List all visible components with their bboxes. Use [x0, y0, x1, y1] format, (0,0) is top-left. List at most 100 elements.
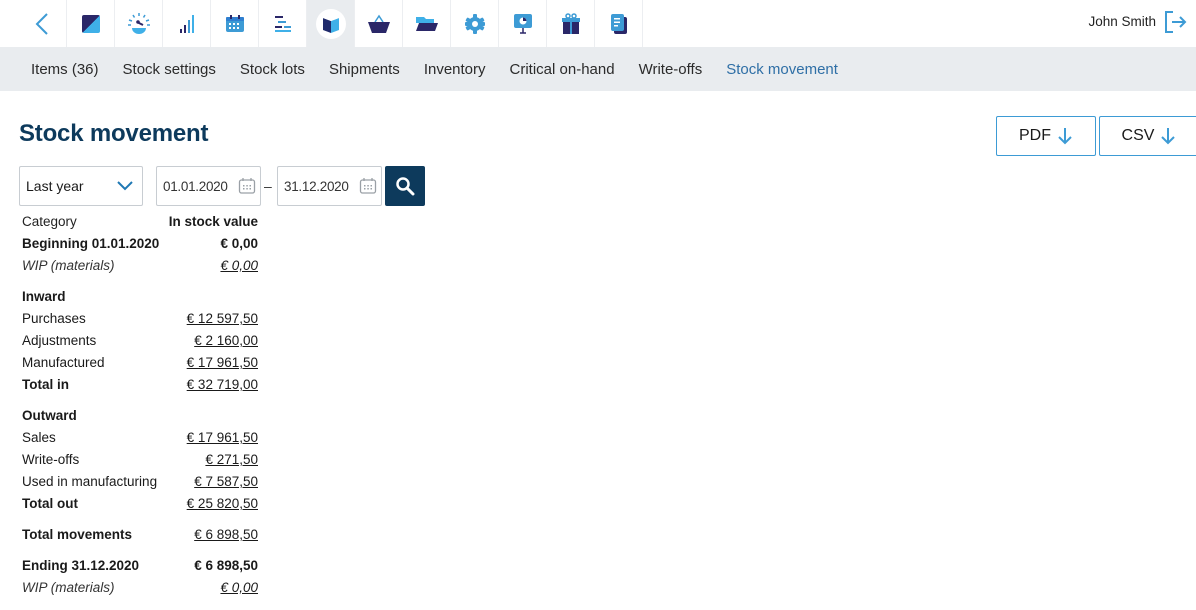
- module-dashboard[interactable]: [66, 0, 114, 47]
- date-separator: –: [264, 178, 272, 194]
- chevron-left-icon: [35, 12, 48, 35]
- row-value-link[interactable]: € 17 961,50: [187, 352, 258, 374]
- module-files[interactable]: [402, 0, 450, 47]
- gift-icon: [561, 12, 580, 34]
- ending-row: Ending 31.12.2020 € 6 898,50: [22, 555, 258, 577]
- stock-movement-report: Category In stock value Beginning 01.01.…: [22, 211, 258, 599]
- module-presentation[interactable]: [498, 0, 546, 47]
- outward-section-title-row: Outward: [22, 405, 258, 427]
- tab-critical-on-hand[interactable]: Critical on-hand: [498, 61, 627, 78]
- total-in-row: Total in € 32 719,00: [22, 374, 258, 396]
- calendar-icon[interactable]: [238, 177, 256, 195]
- row-label: Used in manufacturing: [22, 474, 158, 489]
- row-label: Purchases: [22, 311, 86, 326]
- tab-write-offs[interactable]: Write-offs: [627, 61, 715, 78]
- tab-stock-lots[interactable]: Stock lots: [228, 61, 317, 78]
- total-movements-value[interactable]: € 6 898,50: [194, 524, 258, 546]
- ending-wip-row: WIP (materials) € 0,00: [22, 577, 258, 599]
- outward-title: Outward: [22, 408, 77, 423]
- folder-open-icon: [415, 16, 438, 31]
- arrow-down-icon: [1161, 128, 1176, 145]
- module-speed[interactable]: [114, 0, 162, 47]
- row-label: Adjustments: [22, 333, 97, 348]
- search-icon: [396, 177, 415, 196]
- tab-inventory[interactable]: Inventory: [412, 61, 498, 78]
- arrow-down-icon: [1058, 128, 1072, 145]
- tab-stock-settings[interactable]: Stock settings: [111, 61, 228, 78]
- page-title: Stock movement: [19, 120, 209, 147]
- table-row: Adjustments € 2 160,00: [22, 330, 258, 352]
- box-icon: [322, 14, 339, 33]
- module-documents[interactable]: [594, 0, 642, 47]
- calendar-icon[interactable]: [359, 177, 377, 195]
- row-value-link[interactable]: € 12 597,50: [187, 308, 258, 330]
- inward-title: Inward: [22, 289, 66, 304]
- tab-shipments[interactable]: Shipments: [317, 61, 412, 78]
- active-module-disc: [315, 8, 346, 39]
- ending-label: Ending 31.12.2020: [22, 558, 140, 573]
- date-from-value: 01.01.2020: [163, 178, 228, 194]
- table-row: Purchases € 12 597,50: [22, 308, 258, 330]
- top-module-bar: John Smith: [0, 0, 1196, 47]
- logout-button[interactable]: [1164, 11, 1188, 33]
- logout-icon: [1165, 11, 1187, 33]
- presentation-icon: [513, 13, 532, 34]
- row-value-link[interactable]: € 271,50: [205, 449, 258, 471]
- gauge-icon: [127, 12, 150, 34]
- module-settings[interactable]: [450, 0, 498, 47]
- row-label: Write-offs: [22, 452, 80, 467]
- module-calendar[interactable]: [210, 0, 258, 47]
- total-in-label: Total in: [22, 377, 69, 392]
- beginning-value: € 0,00: [220, 236, 258, 251]
- gear-icon: [464, 13, 485, 34]
- column-header-value: In stock value: [168, 214, 258, 229]
- total-out-value[interactable]: € 25 820,50: [187, 493, 258, 515]
- module-planning[interactable]: [258, 0, 306, 47]
- table-row: Manufactured € 17 961,50: [22, 352, 258, 374]
- back-button[interactable]: [18, 0, 66, 47]
- export-pdf-button[interactable]: PDF: [996, 116, 1096, 156]
- export-csv-button[interactable]: CSV: [1099, 116, 1196, 156]
- row-label: Manufactured: [22, 355, 105, 370]
- table-row: Used in manufacturing € 7 587,50: [22, 471, 258, 493]
- column-header-category: Category: [22, 214, 77, 229]
- module-stock[interactable]: [306, 0, 354, 47]
- ending-value: € 6 898,50: [194, 558, 258, 573]
- search-button[interactable]: [385, 166, 425, 206]
- total-movements-label: Total movements: [22, 527, 133, 542]
- table-row: Sales € 17 961,50: [22, 427, 258, 449]
- export-csv-label: CSV: [1121, 127, 1155, 144]
- tab-items[interactable]: Items (36): [19, 61, 111, 78]
- sub-navigation: Items (36) Stock settings Stock lots Shi…: [0, 47, 1196, 91]
- report-header-row: Category In stock value: [22, 211, 258, 233]
- export-pdf-label: PDF: [1019, 127, 1051, 144]
- row-value-link[interactable]: € 2 160,00: [194, 330, 258, 352]
- date-to-input[interactable]: 31.12.2020: [277, 166, 382, 206]
- inward-section-title-row: Inward: [22, 286, 258, 308]
- beginning-label: Beginning 01.01.2020: [22, 236, 160, 251]
- period-value: Last year: [26, 178, 84, 194]
- period-select[interactable]: Last year: [19, 166, 143, 206]
- user-name[interactable]: John Smith: [1088, 14, 1156, 29]
- signal-bars-icon: [179, 14, 194, 33]
- beginning-wip-value[interactable]: € 0,00: [220, 255, 258, 277]
- row-label: Sales: [22, 430, 56, 445]
- total-in-value[interactable]: € 32 719,00: [187, 374, 258, 396]
- tab-stock-movement[interactable]: Stock movement: [714, 61, 850, 78]
- module-stats[interactable]: [162, 0, 210, 47]
- row-value-link[interactable]: € 7 587,50: [194, 471, 258, 493]
- beginning-wip-row: WIP (materials) € 0,00: [22, 255, 258, 277]
- total-out-label: Total out: [22, 496, 78, 511]
- calendar-icon: [225, 14, 244, 32]
- ending-wip-value[interactable]: € 0,00: [220, 577, 258, 599]
- date-from-input[interactable]: 01.01.2020: [156, 166, 261, 206]
- row-value-link[interactable]: € 17 961,50: [187, 427, 258, 449]
- gantt-icon: [274, 15, 291, 32]
- module-divider: [642, 0, 643, 47]
- total-out-row: Total out € 25 820,50: [22, 493, 258, 515]
- module-purchasing[interactable]: [354, 0, 402, 47]
- ending-wip-label: WIP (materials): [22, 580, 115, 595]
- chevron-down-icon: [117, 181, 133, 191]
- total-movements-row: Total movements € 6 898,50: [22, 524, 258, 546]
- module-gifts[interactable]: [546, 0, 594, 47]
